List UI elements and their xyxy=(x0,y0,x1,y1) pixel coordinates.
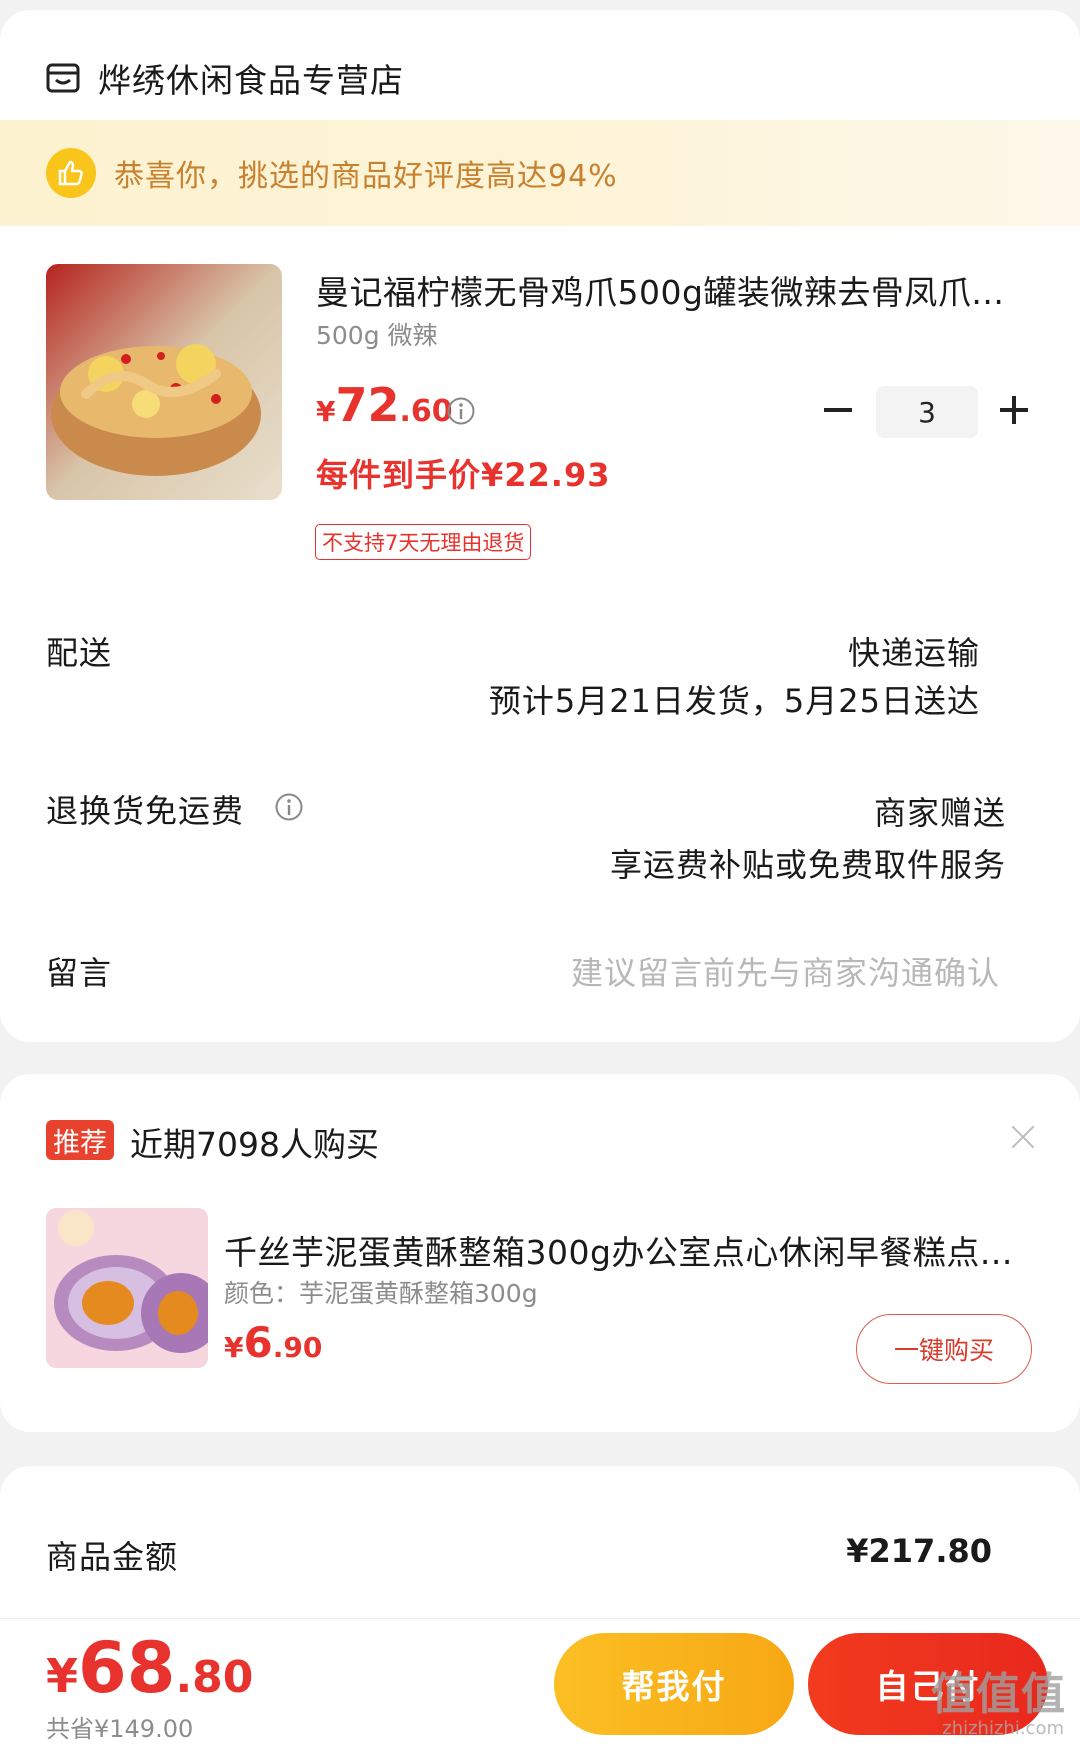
checkout-bar: ¥ 68 .80 共省¥149.00 帮我付 自己付 xyxy=(0,1618,1080,1747)
message-input[interactable]: 建议留言前先与商家沟通确认 xyxy=(571,948,1000,994)
quantity-input[interactable]: 3 xyxy=(876,386,978,438)
one-click-buy-button[interactable]: 一键购买 xyxy=(856,1314,1032,1384)
price-decimal: .60 xyxy=(399,394,453,429)
saved-amount: 共省¥149.00 xyxy=(46,1715,194,1743)
price-symbol: ¥ xyxy=(316,395,336,428)
recommend-headline: 近期7098人购买 xyxy=(130,1125,379,1164)
product-title[interactable]: 曼记福柠檬无骨鸡爪500g罐装微辣去骨凤爪... xyxy=(316,266,1016,314)
product-price: ¥ 72 .60 xyxy=(316,378,453,432)
pay-total: ¥ 68 .80 xyxy=(46,1627,253,1709)
watermark-url: zhizhizhi.com xyxy=(942,1718,1064,1739)
shipping-time: 预计5月21日发货，5月25日送达 xyxy=(488,682,980,720)
thumbs-up-icon xyxy=(46,148,96,198)
banner-text: 恭喜你，挑选的商品好评度高达94% xyxy=(114,159,618,194)
return-shipping-desc: 享运费补贴或免费取件服务 xyxy=(609,846,1006,884)
price-info-icon[interactable] xyxy=(446,396,476,426)
message-label: 留言 xyxy=(46,954,113,992)
amount-label: 商品金额 xyxy=(46,1538,179,1576)
total-integer: 68 xyxy=(78,1627,176,1709)
price-integer: 72 xyxy=(335,378,400,432)
product-image[interactable] xyxy=(46,264,282,500)
quantity-increase-button[interactable] xyxy=(1000,396,1028,424)
store-icon xyxy=(46,63,80,93)
recommend-price-symbol: ¥ xyxy=(224,1331,244,1364)
close-icon[interactable] xyxy=(1010,1124,1036,1150)
recommend-image[interactable] xyxy=(46,1208,208,1368)
recommend-spec: 颜色：芋泥蛋黄酥整箱300g xyxy=(224,1279,538,1308)
shipping-label: 配送 xyxy=(46,634,113,672)
recommend-title[interactable]: 千丝芋泥蛋黄酥整箱300g办公室点心休闲早餐糕点... xyxy=(224,1226,1024,1274)
recommend-card: 推荐 近期7098人购买 千丝芋泥蛋黄酥整箱300g办公室点心休闲早餐糕点...… xyxy=(0,1074,1080,1432)
total-symbol: ¥ xyxy=(46,1649,79,1703)
recommend-price-decimal: .90 xyxy=(272,1331,323,1364)
return-shipping-value: 商家赠送 xyxy=(873,794,1006,832)
recommend-price: ¥ 6 .90 xyxy=(224,1318,322,1367)
watermark: 值值值 xyxy=(931,1669,1066,1720)
shipping-method[interactable]: 快递运输 xyxy=(848,628,980,674)
store-header[interactable]: 烨绣休闲食品专营店 xyxy=(46,50,404,106)
per-item-price: 每件到手价¥22.93 xyxy=(316,456,611,494)
store-name[interactable]: 烨绣休闲食品专营店 xyxy=(98,54,404,102)
return-info-icon[interactable] xyxy=(274,792,304,822)
quantity-decrease-button[interactable] xyxy=(824,390,854,430)
amount-value: ¥217.80 xyxy=(846,1532,992,1570)
return-shipping-label: 退换货免运费 xyxy=(46,792,245,830)
product-spec[interactable]: 500g 微辣 xyxy=(316,316,438,352)
praise-banner: 恭喜你，挑选的商品好评度高达94% xyxy=(0,120,1080,226)
total-decimal: .80 xyxy=(175,1652,254,1703)
recommend-badge: 推荐 xyxy=(46,1120,114,1160)
pay-for-me-button[interactable]: 帮我付 xyxy=(554,1633,794,1735)
return-policy-tag: 不支持7天无理由退货 xyxy=(315,524,532,560)
recommend-price-integer: 6 xyxy=(243,1318,273,1367)
order-card: 烨绣休闲食品专营店 恭喜你，挑选的商品好评度高达94% 曼记福柠檬无骨鸡爪500… xyxy=(0,10,1080,1042)
